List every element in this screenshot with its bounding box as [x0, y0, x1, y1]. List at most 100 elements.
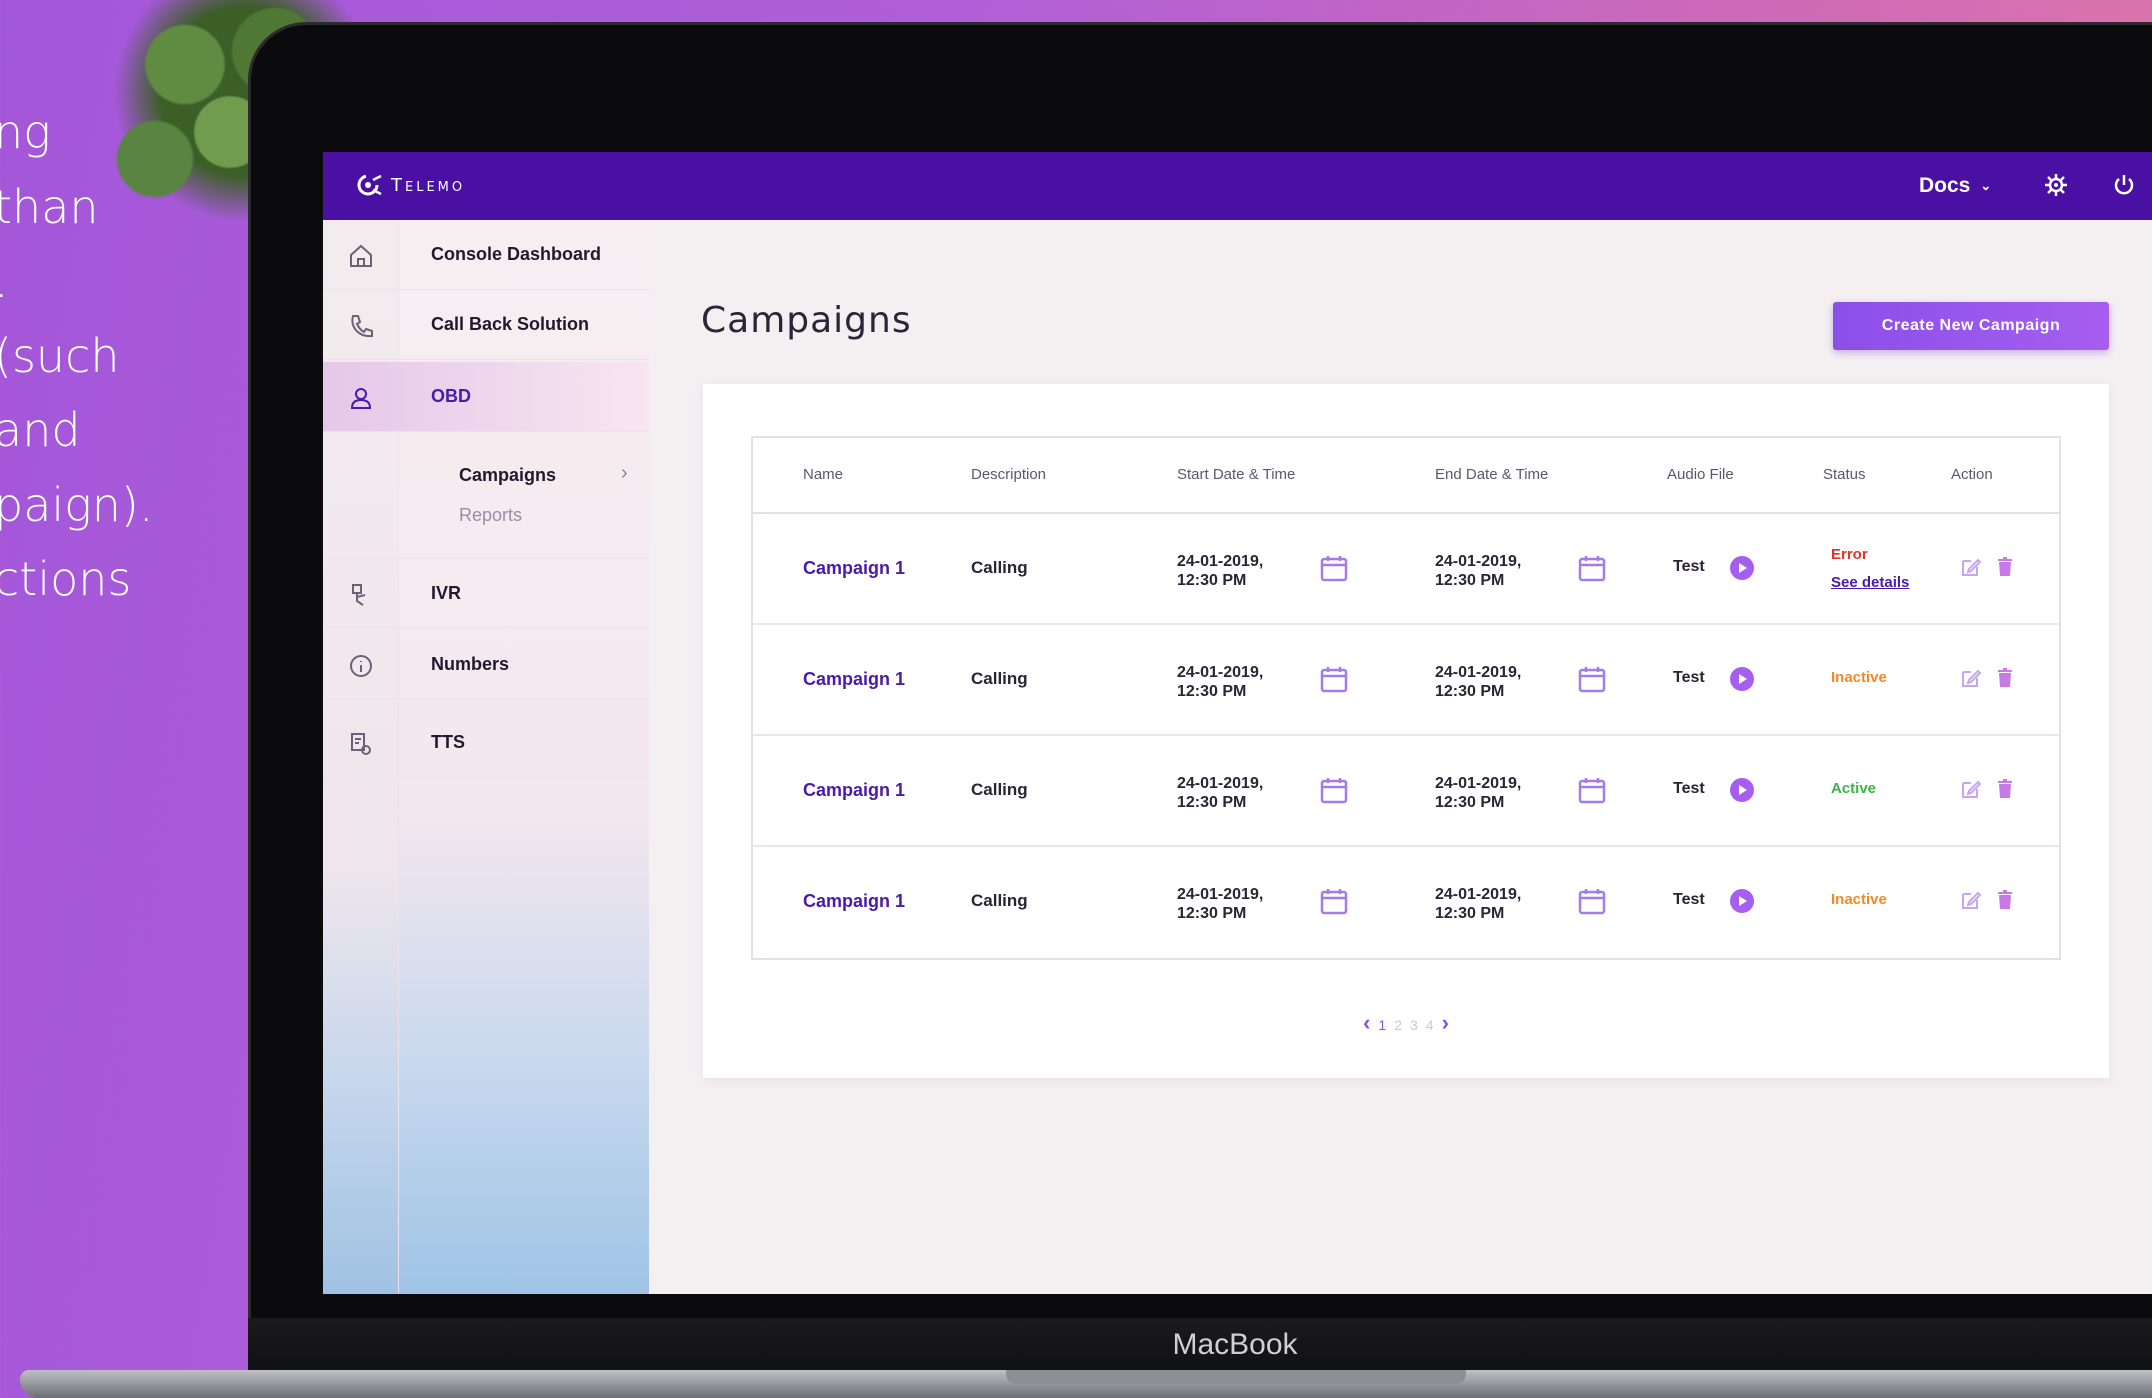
end-time-value: 12:30 PM	[1435, 572, 1505, 589]
delete-icon[interactable]	[1993, 888, 2017, 912]
calendar-icon[interactable]	[1577, 664, 1607, 694]
sidebar-item-label: IVR	[431, 583, 462, 603]
sidebar-subitem-reports[interactable]: Reports	[459, 505, 522, 526]
start-time-value: 12:30 PM	[1177, 794, 1247, 811]
sidebar-item-call-back-solution[interactable]: Call Back Solution	[323, 290, 649, 360]
end-time-value: 12:30 PM	[1435, 683, 1505, 700]
user-icon	[350, 388, 372, 409]
campaign-description: Calling	[971, 891, 1028, 910]
audio-file-name: Test	[1673, 669, 1705, 686]
pagination-page[interactable]: 4	[1426, 1017, 1434, 1033]
start-time-value: 12:30 PM	[1177, 683, 1247, 700]
pagination-next-button[interactable]: ›	[1442, 1010, 1449, 1036]
see-details-link[interactable]: See details	[1831, 574, 1909, 591]
sidebar-item-label: Call Back Solution	[431, 314, 590, 334]
docs-menu[interactable]: Docs ⌄	[1919, 174, 1991, 198]
edit-icon[interactable]	[1959, 555, 1983, 579]
campaign-name-link[interactable]: Campaign 1	[803, 669, 905, 690]
brand[interactable]: Telemo	[357, 172, 465, 198]
sidebar: Console Dashboard Call Back Solution OBD…	[323, 220, 649, 1294]
edit-icon[interactable]	[1959, 888, 1983, 912]
calendar-icon[interactable]	[1319, 664, 1349, 694]
sidebar-item-label: TTS	[431, 732, 465, 752]
home-icon	[350, 244, 372, 267]
campaign-description: Calling	[971, 669, 1028, 688]
calendar-icon[interactable]	[1577, 775, 1607, 805]
power-icon[interactable]	[2111, 172, 2137, 198]
sidebar-item-console-dashboard[interactable]: Console Dashboard	[323, 220, 649, 290]
sidebar-item-ivr[interactable]: IVR	[323, 558, 649, 628]
sidebar-item-label: Numbers	[431, 654, 510, 674]
start-date: 24-01-2019, 12:30 PM	[1177, 663, 1263, 701]
play-icon[interactable]	[1729, 666, 1755, 692]
start-date-value: 24-01-2019,	[1177, 553, 1264, 570]
calendar-icon[interactable]	[1319, 775, 1349, 805]
calendar-icon[interactable]	[1577, 553, 1607, 583]
edit-icon[interactable]	[1959, 777, 1983, 801]
campaign-name-link[interactable]: Campaign 1	[803, 558, 905, 579]
audio-file-name: Test	[1673, 891, 1705, 908]
end-date: 24-01-2019, 12:30 PM	[1435, 885, 1521, 923]
audio-file-name: Test	[1673, 780, 1705, 797]
chevron-right-icon: ›	[621, 462, 628, 484]
start-date: 24-01-2019, 12:30 PM	[1177, 885, 1263, 923]
tts-icon	[351, 733, 371, 755]
pagination-page[interactable]: 3	[1410, 1017, 1418, 1033]
column-header: Description	[971, 466, 1047, 483]
sidebar-item-label: Console Dashboard	[431, 244, 602, 264]
end-time-value: 12:30 PM	[1435, 794, 1505, 811]
end-time-value: 12:30 PM	[1435, 905, 1505, 922]
marketing-line: than	[0, 179, 99, 234]
play-icon[interactable]	[1729, 555, 1755, 581]
table-row: Campaign 1 Calling 24-01-2019, 12:30 PM 24-0…	[753, 514, 2059, 625]
column-header: Start Date & Time	[1177, 466, 1296, 483]
info-icon	[350, 655, 372, 677]
table-header: Name Description Start Date & Time End D…	[753, 438, 2059, 514]
campaign-name-link[interactable]: Campaign 1	[803, 891, 905, 912]
table-row: Campaign 1 Calling 24-01-2019, 12:30 PM 24-0…	[753, 625, 2059, 736]
phone-icon	[351, 315, 373, 338]
marketing-line: .	[0, 244, 260, 319]
start-time-value: 12:30 PM	[1177, 905, 1247, 922]
start-date: 24-01-2019, 12:30 PM	[1177, 774, 1263, 812]
edit-icon[interactable]	[1959, 666, 1983, 690]
end-date: 24-01-2019, 12:30 PM	[1435, 663, 1521, 701]
column-header: Action	[1951, 466, 1993, 483]
start-time-value: 12:30 PM	[1177, 572, 1247, 589]
play-icon[interactable]	[1729, 888, 1755, 914]
campaign-name-link[interactable]: Campaign 1	[803, 780, 905, 801]
campaign-description: Calling	[971, 780, 1028, 799]
create-campaign-button[interactable]: Create New Campaign	[1833, 302, 2109, 350]
sidebar-item-obd[interactable]: OBD	[323, 362, 649, 432]
pagination-page[interactable]: 1	[1378, 1017, 1386, 1033]
table-row: Campaign 1 Calling 24-01-2019, 12:30 PM 24-0…	[753, 847, 2059, 958]
calendar-icon[interactable]	[1319, 886, 1349, 916]
delete-icon[interactable]	[1993, 777, 2017, 801]
end-date-value: 24-01-2019,	[1435, 886, 1522, 903]
page-title: Campaigns	[701, 300, 912, 341]
calendar-icon[interactable]	[1319, 553, 1349, 583]
delete-icon[interactable]	[1993, 666, 2017, 690]
start-date-value: 24-01-2019,	[1177, 664, 1264, 681]
end-date-value: 24-01-2019,	[1435, 553, 1522, 570]
sidebar-subitem-campaigns[interactable]: Campaigns	[459, 465, 556, 486]
calendar-icon[interactable]	[1577, 886, 1607, 916]
sidebar-item-numbers[interactable]: Numbers	[323, 630, 649, 700]
audio-file-name: Test	[1673, 558, 1705, 575]
end-date: 24-01-2019, 12:30 PM	[1435, 552, 1521, 590]
sidebar-item-tts[interactable]: TTS	[323, 708, 649, 778]
start-date: 24-01-2019, 12:30 PM	[1177, 552, 1263, 590]
gear-icon[interactable]	[2043, 172, 2069, 198]
pagination-page[interactable]: 2	[1394, 1017, 1402, 1033]
brand-name: Telemo	[391, 174, 466, 196]
ivr-icon	[352, 584, 366, 606]
pagination-prev-button[interactable]: ‹	[1363, 1010, 1370, 1036]
column-header: End Date & Time	[1435, 466, 1549, 483]
play-icon[interactable]	[1729, 777, 1755, 803]
marketing-line: paign).	[0, 477, 154, 532]
marketing-line: and	[0, 403, 81, 457]
campaigns-card: Name Description Start Date & Time End D…	[703, 384, 2109, 1078]
app-screen: Telemo Docs ⌄ Console Dashboard Call Bac…	[323, 152, 2152, 1294]
status-badge: Error	[1831, 546, 1868, 563]
delete-icon[interactable]	[1993, 555, 2017, 579]
